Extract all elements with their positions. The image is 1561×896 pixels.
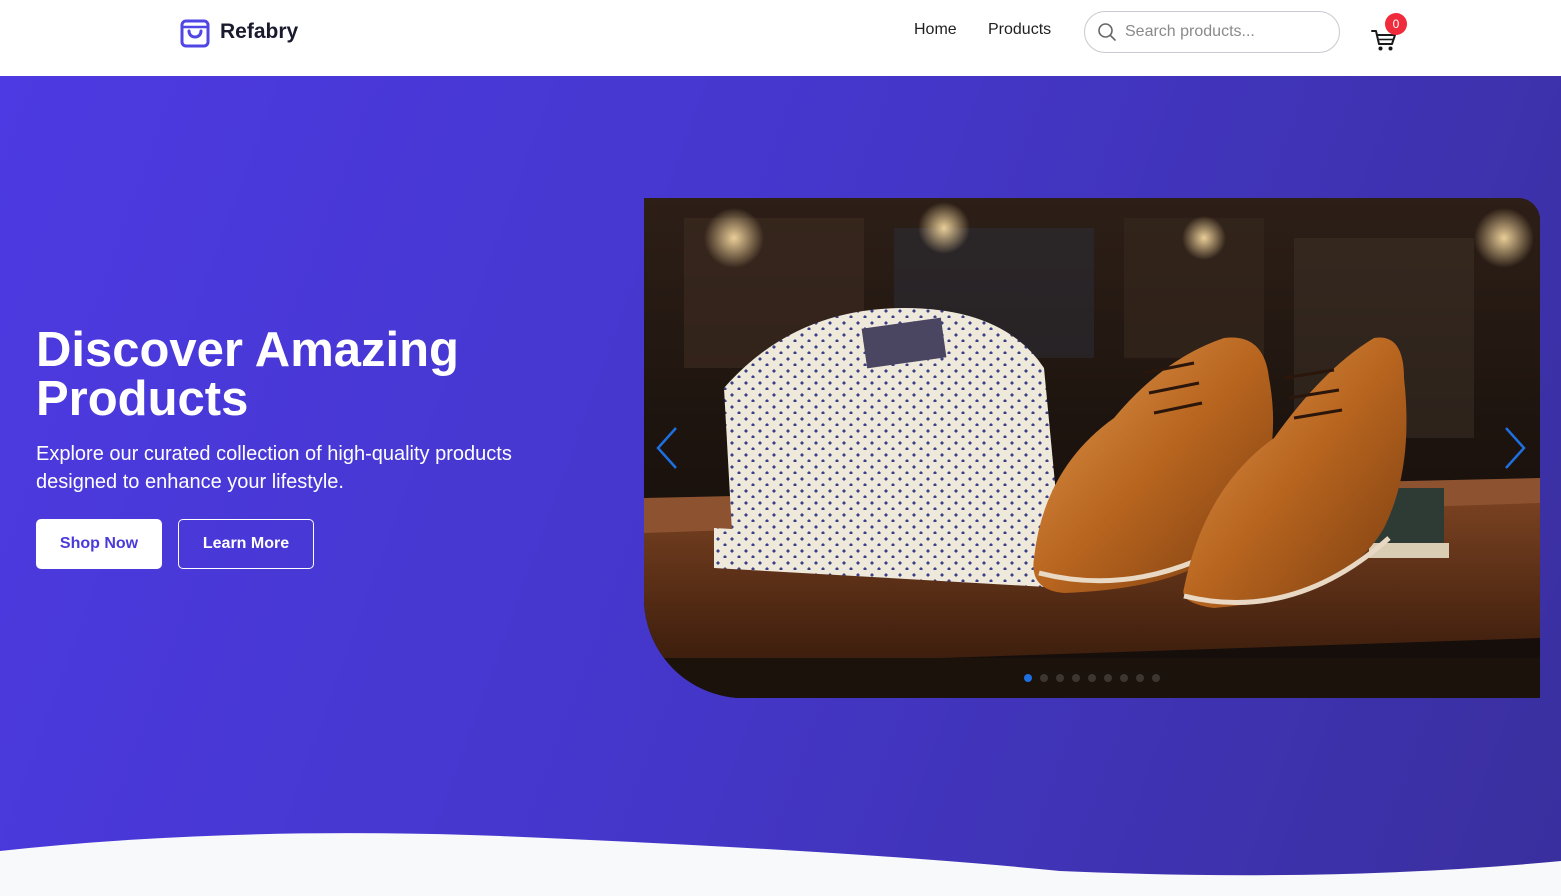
nav-home-link[interactable]: Home — [914, 21, 957, 39]
carousel-slide-image — [644, 198, 1540, 698]
hero-section: Discover Amazing Products Explore our cu… — [0, 76, 1561, 896]
brand-name: Refabry — [220, 20, 299, 43]
carousel-dot[interactable] — [1072, 674, 1080, 682]
carousel-pagination — [1024, 674, 1160, 682]
hero-subtitle: Explore our curated collection of high-q… — [36, 443, 512, 493]
carousel-dot[interactable] — [1056, 674, 1064, 682]
carousel-dot[interactable] — [1120, 674, 1128, 682]
search-input[interactable] — [1125, 23, 1325, 41]
carousel-dot[interactable] — [1088, 674, 1096, 682]
learn-more-button[interactable]: Learn More — [178, 519, 314, 569]
search-icon — [1098, 23, 1116, 41]
product-carousel[interactable] — [644, 198, 1540, 698]
carousel-dot[interactable] — [1104, 674, 1112, 682]
site-header: Refabry Home Products 0 — [0, 0, 1561, 76]
shopping-bag-icon — [180, 19, 210, 48]
carousel-prev-arrow[interactable] — [652, 424, 682, 472]
carousel-dot[interactable] — [1040, 674, 1048, 682]
carousel-next-arrow[interactable] — [1500, 424, 1530, 472]
hero-wave-divider — [0, 833, 1561, 896]
carousel-dot[interactable] — [1136, 674, 1144, 682]
nav-products-link[interactable]: Products — [988, 21, 1051, 39]
cart-count-badge: 0 — [1385, 13, 1407, 35]
carousel-dot[interactable] — [1152, 674, 1160, 682]
shop-now-button[interactable]: Shop Now — [36, 519, 162, 569]
carousel-dot[interactable] — [1024, 674, 1032, 682]
search-box — [1084, 11, 1340, 53]
hero-title: Discover Amazing Products — [36, 323, 459, 426]
brand-logo[interactable]: Refabry — [180, 15, 298, 49]
